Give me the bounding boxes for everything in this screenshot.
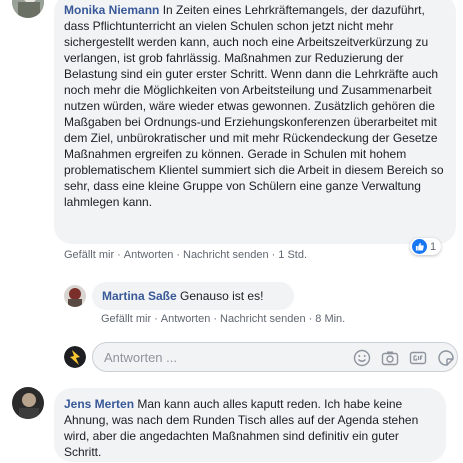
reply-button[interactable]: Antworten — [124, 249, 174, 261]
avatar-martina[interactable] — [64, 285, 86, 307]
avatar-monika[interactable] — [12, 0, 44, 18]
like-button[interactable]: Gefällt mir — [64, 249, 114, 261]
avatar-photo-icon — [12, 0, 44, 18]
comment-actions: Gefällt mir · Antworten · Nachricht senden · 1… — [64, 249, 308, 261]
reply-bubble: Martina Saße Genauso ist es! — [92, 282, 294, 310]
avatar-photo-icon — [12, 387, 44, 419]
comment-bubble: Monika Niemann In Zeiten eines Lehrkräft… — [54, 0, 456, 244]
sticker-icon[interactable] — [437, 349, 455, 367]
reply-author[interactable]: Martina Saße — [102, 289, 177, 303]
avatar-photo-icon — [64, 346, 86, 368]
avatar-photo-icon — [64, 285, 86, 307]
reply-actions: Gefällt mir · Antworten · Nachricht senden · 8… — [101, 313, 346, 325]
comment-body: Jens Merten Man kann auch alles kaputt r… — [64, 396, 434, 460]
avatar-jens[interactable] — [12, 387, 44, 419]
camera-icon[interactable] — [381, 349, 399, 367]
reply-text: Genauso ist es! — [180, 289, 264, 303]
reply-timestamp[interactable]: 8 Min. — [315, 313, 345, 325]
gif-icon[interactable] — [409, 349, 427, 367]
reply-body: Martina Saße Genauso ist es! — [102, 288, 284, 304]
emoji-icon[interactable] — [353, 349, 371, 367]
comment-timestamp[interactable]: 1 Std. — [278, 249, 307, 261]
reply-button[interactable]: Antworten — [161, 313, 211, 325]
reaction-count: 1 — [430, 240, 437, 253]
reaction-summary[interactable]: 1 — [410, 238, 442, 255]
reply-input[interactable]: Antworten ... — [92, 342, 458, 372]
avatar-current-user — [64, 346, 86, 368]
send-message-button[interactable]: Nachricht senden — [183, 249, 269, 261]
reply-input-placeholder: Antworten ... — [104, 350, 177, 365]
send-message-button[interactable]: Nachricht senden — [220, 313, 306, 325]
comment-author[interactable]: Jens Merten — [64, 397, 134, 411]
like-reaction-icon — [412, 239, 427, 254]
comment-text: In Zeiten eines Lehrkräftemangels, der d… — [64, 3, 444, 209]
comment-bubble: Jens Merten Man kann auch alles kaputt r… — [54, 388, 446, 462]
comment-author[interactable]: Monika Niemann — [64, 3, 159, 17]
like-button[interactable]: Gefällt mir — [101, 313, 151, 325]
comment-body: Monika Niemann In Zeiten eines Lehrkräft… — [64, 2, 444, 210]
